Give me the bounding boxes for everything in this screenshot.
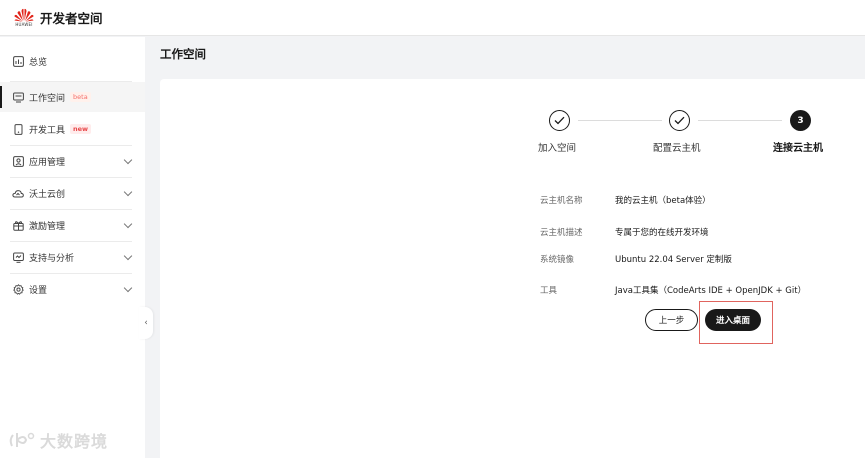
sidebar-item-support[interactable]: 支持与分析 bbox=[0, 242, 145, 272]
gear-icon bbox=[12, 283, 24, 295]
logo-text: HUAWEI bbox=[15, 22, 33, 27]
sidebar-item-label: 沃土云创 bbox=[29, 189, 66, 200]
watermark-text: 大数跨境 bbox=[40, 432, 109, 451]
sidebar-item-incentive[interactable]: 激励管理 bbox=[0, 210, 145, 240]
chevron-down-icon bbox=[123, 283, 133, 293]
huawei-flower-icon bbox=[14, 8, 34, 22]
step-1-check-icon bbox=[549, 110, 570, 131]
sidebar-item-workspace[interactable]: 工作空间 beta bbox=[0, 82, 145, 112]
sidebar: 总览 工作空间 beta 开发工具 new 应用管理 沃土云创 激励管理 支持与… bbox=[0, 37, 145, 458]
watermark-logo-icon bbox=[9, 432, 35, 447]
phone-icon bbox=[12, 123, 24, 135]
step-connector bbox=[698, 120, 782, 121]
app-title: 开发者空间 bbox=[40, 11, 103, 26]
watermark: 大数跨境 bbox=[8, 428, 108, 452]
sidebar-item-label: 激励管理 bbox=[29, 221, 66, 232]
highlight-annotation-box bbox=[699, 301, 773, 344]
info-value-system-image: Ubuntu 22.04 Server 定制版 bbox=[615, 255, 732, 265]
beta-badge: beta bbox=[70, 92, 91, 102]
sidebar-item-label: 总览 bbox=[29, 57, 48, 68]
step-3-number: 3 bbox=[790, 110, 811, 131]
info-label-host-name: 云主机名称 bbox=[540, 196, 583, 206]
step-1-label: 加入空间 bbox=[538, 143, 577, 154]
sidebar-item-overview[interactable]: 总览 bbox=[0, 46, 145, 76]
page-title: 工作空间 bbox=[160, 47, 206, 61]
chevron-left-icon: ‹ bbox=[144, 318, 148, 328]
support-icon bbox=[12, 251, 24, 263]
app-icon bbox=[12, 155, 24, 167]
sidebar-collapse-button[interactable]: ‹ bbox=[139, 307, 153, 339]
top-bar: HUAWEI 开发者空间 bbox=[0, 0, 865, 36]
chevron-down-icon bbox=[123, 187, 133, 197]
chevron-down-icon bbox=[123, 251, 133, 261]
monitor-icon bbox=[12, 91, 24, 103]
chevron-down-icon bbox=[123, 155, 133, 165]
gift-icon bbox=[12, 219, 24, 231]
chevron-down-icon bbox=[123, 219, 133, 229]
step-2-check-icon bbox=[669, 110, 690, 131]
sidebar-item-label: 支持与分析 bbox=[29, 253, 75, 264]
new-badge: new bbox=[70, 124, 92, 134]
sidebar-item-label: 开发工具 bbox=[29, 125, 66, 136]
info-value-host-desc: 专属于您的在线开发环境 bbox=[615, 228, 709, 238]
info-label-system-image: 系统镜像 bbox=[540, 255, 575, 265]
sidebar-item-cloud-creation[interactable]: 沃土云创 bbox=[0, 178, 145, 208]
info-value-host-name: 我的云主机（beta体验） bbox=[615, 196, 711, 206]
main-card bbox=[160, 79, 865, 458]
cloud-icon bbox=[12, 187, 24, 199]
sidebar-item-label: 应用管理 bbox=[29, 157, 66, 168]
sidebar-item-dev-tools[interactable]: 开发工具 new bbox=[0, 114, 145, 144]
sidebar-item-label: 工作空间 bbox=[29, 93, 66, 104]
sidebar-item-settings[interactable]: 设置 bbox=[0, 274, 145, 304]
step-3-label: 连接云主机 bbox=[773, 143, 823, 154]
info-label-tools: 工具 bbox=[540, 286, 558, 296]
info-value-tools: Java工具集（CodeArts IDE + OpenJDK + Git） bbox=[615, 286, 807, 296]
step-connector bbox=[578, 120, 662, 121]
huawei-logo[interactable]: HUAWEI bbox=[12, 8, 36, 27]
sidebar-item-app-management[interactable]: 应用管理 bbox=[0, 146, 145, 176]
step-2-label: 配置云主机 bbox=[653, 143, 701, 154]
info-label-host-desc: 云主机描述 bbox=[540, 228, 583, 238]
chart-icon bbox=[12, 55, 24, 67]
previous-step-button[interactable]: 上一步 bbox=[645, 309, 698, 331]
sidebar-item-label: 设置 bbox=[29, 285, 48, 296]
